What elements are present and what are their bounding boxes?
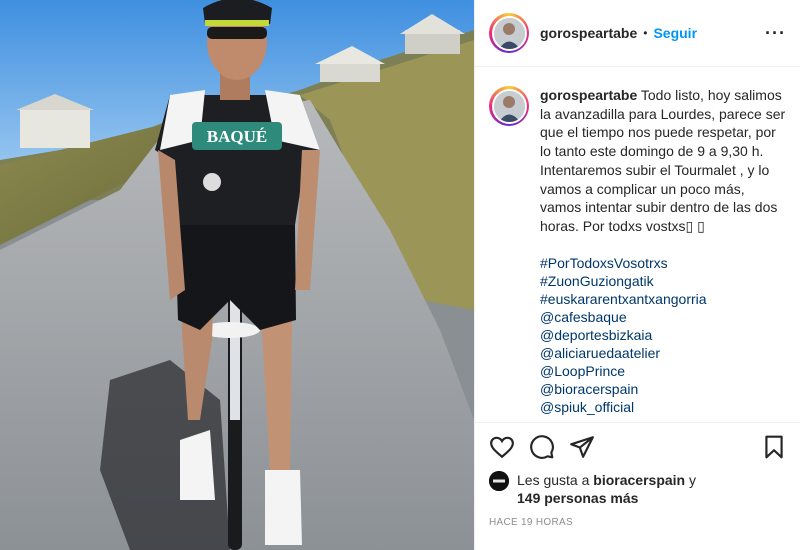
comment-icon[interactable] [529, 434, 555, 460]
avatar-photo [493, 17, 525, 49]
mention-link[interactable]: @cafesbaque [540, 308, 787, 326]
hashtag-link[interactable]: #ZuonGuziongatik [540, 272, 787, 290]
caption-tags: #PorTodoxsVosotrxs #ZuonGuziongatik #eus… [540, 254, 787, 416]
author-username[interactable]: gorospeartabe [540, 25, 637, 41]
liker-avatar[interactable] [489, 471, 509, 491]
mention-link[interactable]: @deportesbizkaia [540, 326, 787, 344]
action-icons [489, 423, 787, 471]
liker-username[interactable]: bioracerspain [593, 472, 685, 488]
likes-prefix: Les gusta a [517, 472, 590, 488]
share-icon[interactable] [569, 434, 595, 460]
caption-avatar[interactable] [489, 86, 529, 126]
mention-link[interactable]: @LoopPrince [540, 362, 787, 380]
more-options-icon[interactable]: ··· [765, 23, 786, 44]
heart-icon[interactable] [489, 434, 515, 460]
post-header: gorospeartabe • Seguir ··· [475, 0, 800, 67]
likes-text: Les gusta a bioracerspain y 149 personas… [517, 471, 696, 507]
mention-link[interactable]: @aliciaruedaatelier [540, 344, 787, 362]
rider-jersey: BAQUÉ [155, 90, 320, 225]
likes-connector: y [689, 472, 696, 488]
likes-summary[interactable]: Les gusta a bioracerspain y 149 personas… [489, 471, 787, 507]
caption-text: gorospeartabe Todo listo, hoy salimos la… [540, 86, 787, 416]
follow-button[interactable]: Seguir [653, 25, 697, 41]
caption-body: Todo listo, hoy salimos la avanzadilla p… [540, 87, 786, 234]
post-side-panel: gorospeartabe • Seguir ··· gorospeartabe… [474, 0, 800, 550]
separator-dot: • [643, 26, 648, 40]
caption-username[interactable]: gorospeartabe [540, 87, 637, 103]
bookmark-icon[interactable] [761, 434, 787, 460]
hashtag-link[interactable]: #PorTodoxsVosotrxs [540, 254, 787, 272]
caption: gorospeartabe Todo listo, hoy salimos la… [489, 86, 787, 416]
post-media[interactable]: BAQUÉ [0, 0, 474, 550]
hashtag-link[interactable]: #euskararentxantxangorria [540, 290, 787, 308]
mention-link[interactable]: @bioracerspain [540, 380, 787, 398]
jersey-brand: BAQUÉ [207, 127, 267, 146]
mention-link[interactable]: @spiuk_official [540, 398, 787, 416]
liker-logo-icon [489, 471, 509, 491]
post-actions: Les gusta a bioracerspain y 149 personas… [475, 422, 800, 550]
post-timestamp[interactable]: HACE 19 HORAS [489, 517, 787, 528]
author-avatar[interactable] [489, 13, 529, 53]
avatar-photo [493, 90, 525, 122]
comments-area[interactable]: gorospeartabe Todo listo, hoy salimos la… [475, 68, 800, 422]
cyclist-photo: BAQUÉ [0, 0, 474, 550]
likes-count[interactable]: 149 personas más [517, 490, 638, 506]
